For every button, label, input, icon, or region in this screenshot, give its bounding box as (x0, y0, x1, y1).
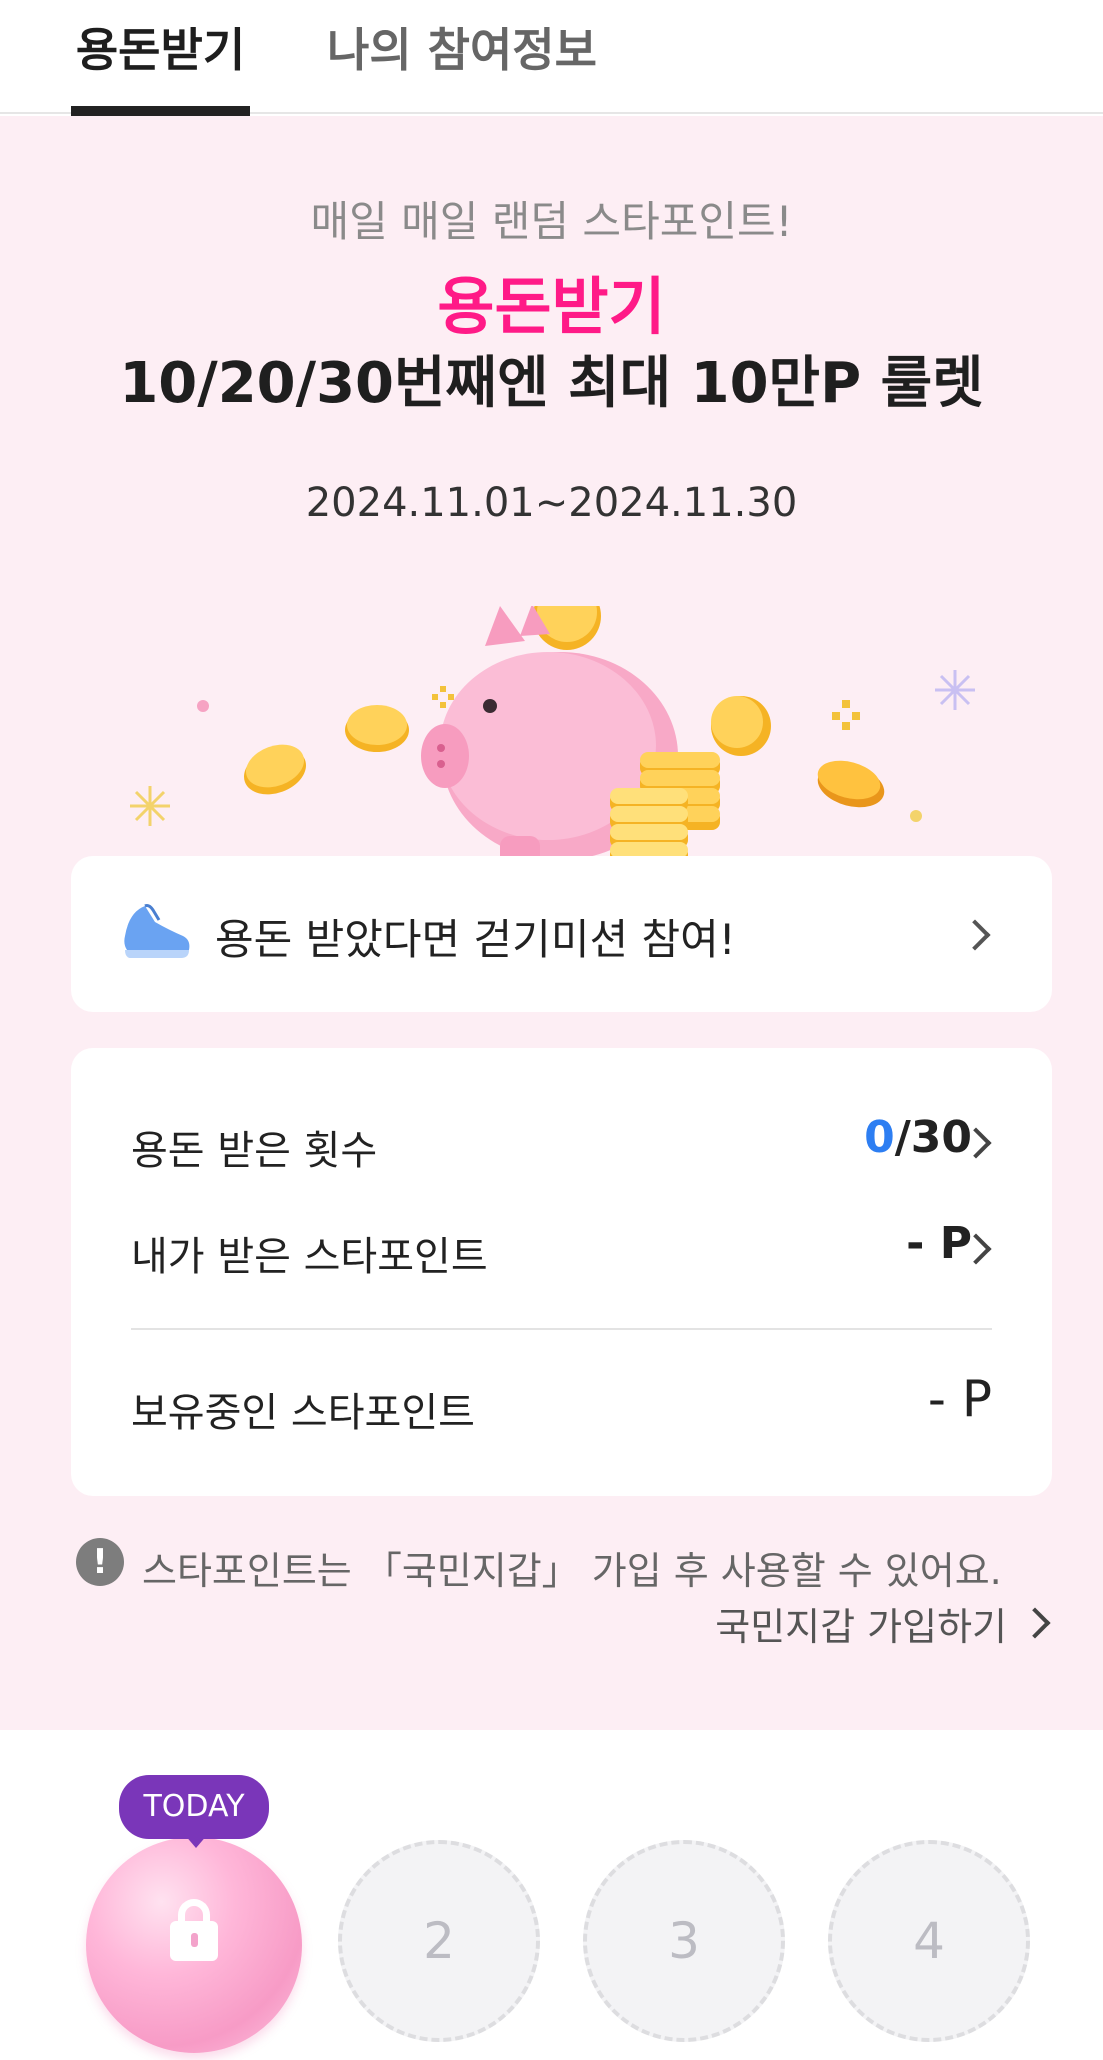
active-tab-indicator (71, 106, 250, 116)
exclamation-icon: ! (76, 1538, 124, 1586)
day-bubble-3[interactable]: 3 (583, 1840, 785, 2042)
chevron-right-icon (959, 919, 991, 951)
lock-keyhole (191, 1933, 198, 1947)
join-wallet-link[interactable]: 국민지갑 가입하기 (715, 1596, 1007, 1651)
event-hero: 매일 매일 랜덤 스타포인트! 용돈받기 10/20/30번째엔 최대 10만P… (0, 116, 1103, 1730)
sneaker-icon (124, 904, 190, 958)
today-bubble[interactable] (86, 1837, 302, 2053)
received-count-total: /30 (894, 1112, 972, 1163)
event-period: 2024.11.01~2024.11.30 (305, 480, 798, 526)
event-title-highlight: 용돈받기 (437, 270, 666, 343)
received-points-label: 내가 받은 스타포인트 (131, 1234, 488, 1280)
holding-points-value: - P (927, 1370, 992, 1428)
points-summary-card: 용돈 받은 횟수 0/30 내가 받은 스타포인트 - P 보유중인 스타포인트… (71, 1048, 1052, 1496)
tab-label: 용돈받기 (75, 23, 246, 77)
event-subtitle: 매일 매일 랜덤 스타포인트! (310, 197, 793, 246)
divider (131, 1328, 992, 1330)
wallet-notice: ! 스타포인트는 「국민지갑」 가입 후 사용할 수 있어요. (76, 1532, 1036, 1593)
walk-mission-banner[interactable]: 용돈 받았다면 걷기미션 참여! (71, 856, 1052, 1012)
today-badge: TODAY (119, 1775, 269, 1839)
tab-label: 나의 참여정보 (327, 23, 597, 77)
received-points-value[interactable]: - P (906, 1218, 972, 1269)
today-badge-tail (184, 1834, 208, 1848)
received-count-label: 용돈 받은 횟수 (131, 1128, 378, 1174)
sparkle-icon (935, 670, 975, 710)
daily-calendar: TODAY 2 3 4 (0, 1730, 1103, 2060)
tab-my-participation[interactable]: 나의 참여정보 (327, 20, 597, 114)
walk-mission-label: 용돈 받았다면 걷기미션 참여! (215, 915, 736, 964)
notice-text: 스타포인트는 「국민지갑」 가입 후 사용할 수 있어요. (142, 1549, 1002, 1593)
tab-bar: 용돈받기 나의 참여정보 (0, 0, 1103, 116)
received-count-value[interactable]: 0/30 (864, 1112, 972, 1163)
tab-receive-allowance[interactable]: 용돈받기 (71, 20, 250, 116)
day-bubble-4[interactable]: 4 (828, 1840, 1030, 2042)
received-count-current: 0 (864, 1112, 895, 1163)
day-bubble-2[interactable]: 2 (338, 1840, 540, 2042)
sparkle-icon (130, 786, 170, 826)
event-title: 10/20/30번째엔 최대 10만P 룰렛 (119, 351, 984, 416)
chevron-right-icon[interactable] (1019, 1607, 1051, 1639)
holding-points-label: 보유중인 스타포인트 (131, 1390, 475, 1436)
